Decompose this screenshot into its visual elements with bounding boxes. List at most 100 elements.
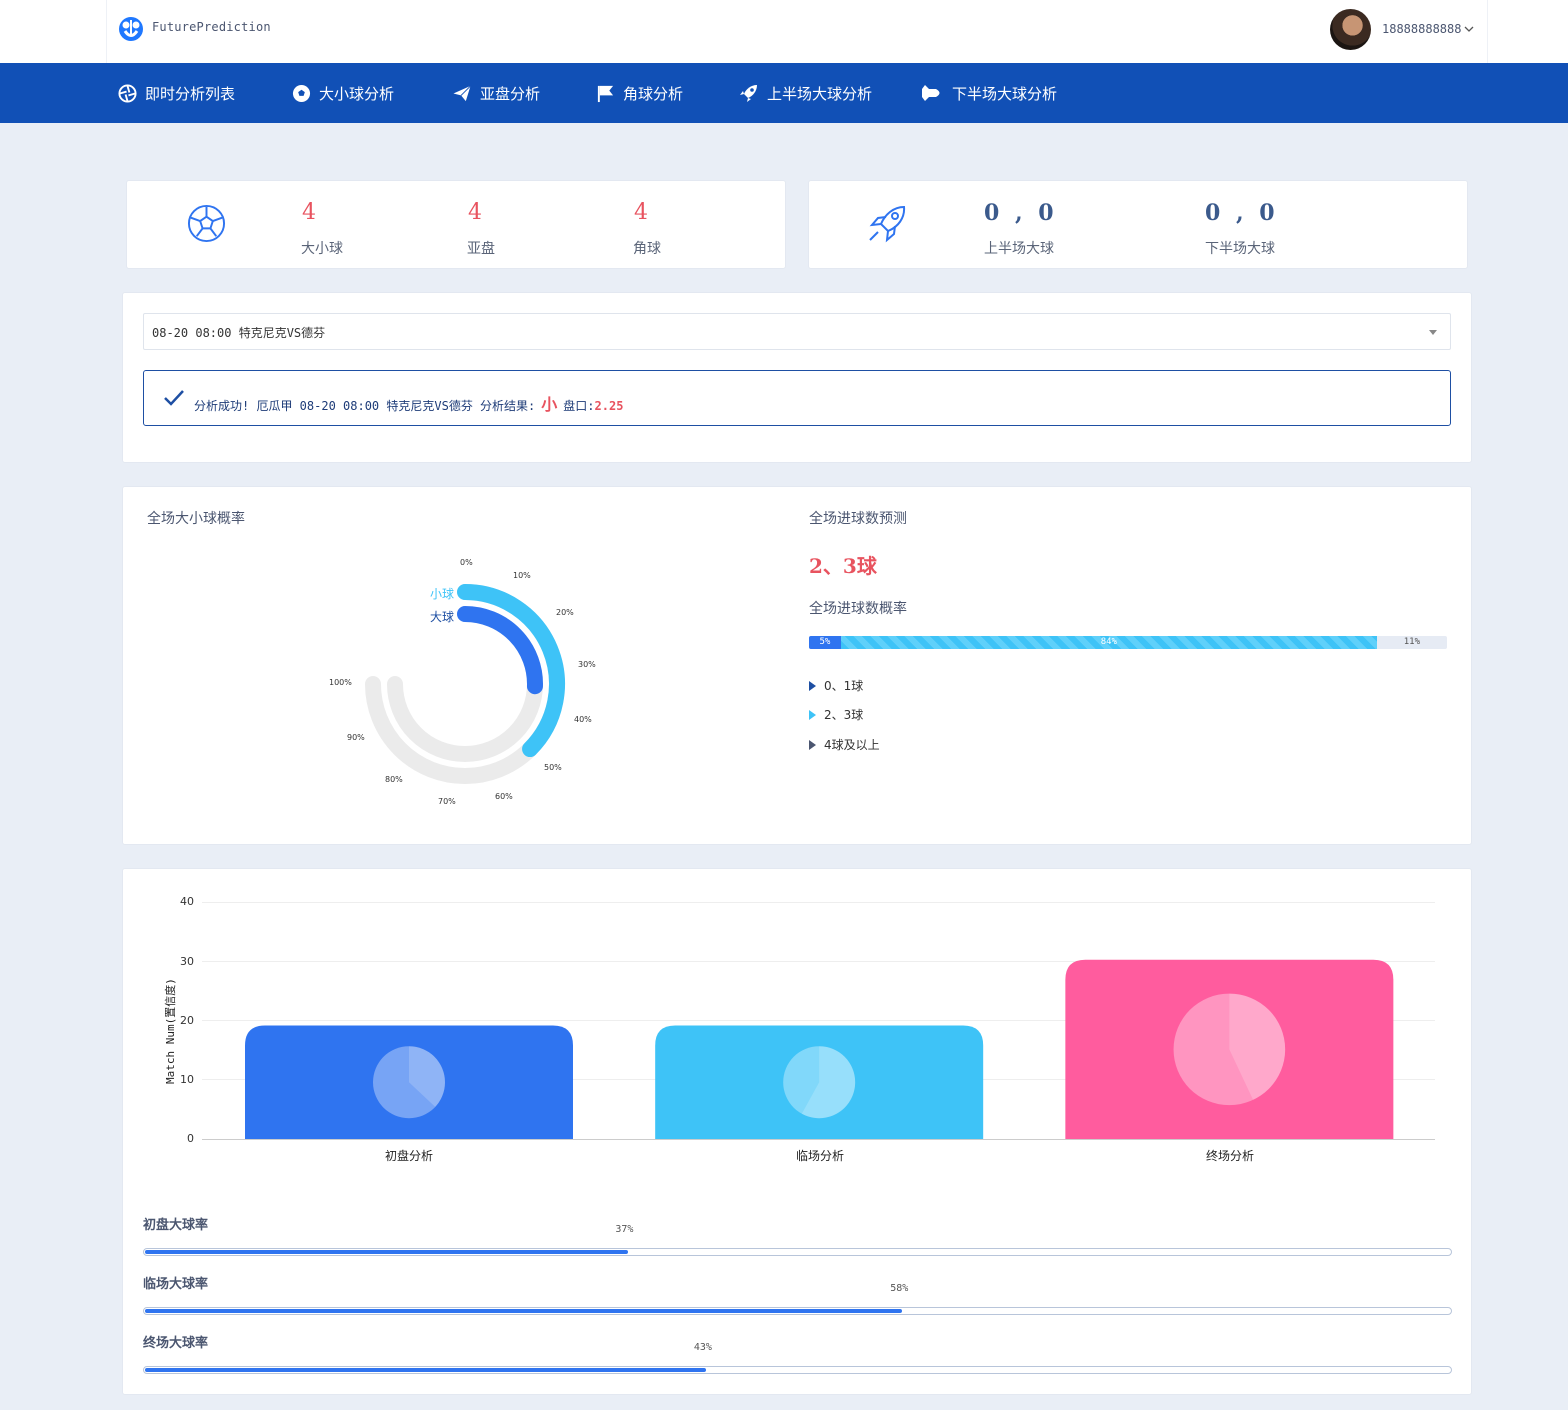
dial-arc-big xyxy=(457,606,543,695)
stat-label: 下半场大球 xyxy=(1205,241,1275,257)
dial-legend-big: 大球 xyxy=(430,610,455,624)
dial-tick: 30% xyxy=(578,660,596,669)
stat-value: 0 , 0 xyxy=(984,200,1058,226)
nav-label: 角球分析 xyxy=(623,84,684,103)
nav-label: 即时分析列表 xyxy=(145,84,236,103)
nav-item-corners[interactable]: 角球分析 xyxy=(596,63,683,123)
dial-tick: 70% xyxy=(438,797,456,806)
rocket-icon xyxy=(740,85,757,102)
flag-icon xyxy=(597,85,614,102)
rate-progress-fill xyxy=(145,1250,628,1254)
y-tick-label: 40 xyxy=(180,895,194,908)
goals-rate-title: 全场进球数概率 xyxy=(809,601,907,617)
triangle-icon xyxy=(809,709,816,720)
goals-legend-item: 0、1球 xyxy=(809,677,863,694)
nav-item-live-list[interactable]: 即时分析列表 xyxy=(118,63,235,123)
triangle-icon xyxy=(809,680,816,691)
paper-plane-icon xyxy=(453,85,471,101)
goals-prediction: 2、3球 xyxy=(809,554,877,578)
rate-percent: 37% xyxy=(615,1224,634,1235)
dropdown-arrow-icon[interactable] xyxy=(1429,330,1437,335)
rate-title: 终场大球率 xyxy=(143,1336,209,1351)
dial-tick: 60% xyxy=(495,792,513,801)
probability-card xyxy=(122,486,1472,845)
bar-chart xyxy=(245,959,1394,1139)
stat-value: 4 xyxy=(302,200,316,225)
alert-result: 小 xyxy=(541,395,558,414)
header-container xyxy=(106,0,1488,63)
avatar[interactable] xyxy=(1330,9,1371,50)
goals-legend-label: 0、1球 xyxy=(824,679,864,693)
rate-title: 临场大球率 xyxy=(143,1277,209,1292)
goals-legend-item: 4球及以上 xyxy=(809,736,880,753)
goals-segment-4-plus: 11% xyxy=(1403,637,1421,647)
rate-progress-bar xyxy=(143,1366,1452,1374)
goals-legend-label: 2、3球 xyxy=(824,708,864,722)
stat-label: 大小球 xyxy=(301,241,343,257)
nav-label: 下半场大球分析 xyxy=(952,84,1058,103)
nav-item-first-half[interactable]: 上半场大球分析 xyxy=(739,63,872,123)
logo-icon[interactable] xyxy=(118,16,144,42)
goals-legend-item: 2、3球 xyxy=(809,706,863,723)
match-select[interactable]: 08-20 08:00 特克尼克VS德芬 xyxy=(143,313,1451,350)
x-category-label: 初盘分析 xyxy=(384,1149,433,1163)
y-tick-label: 30 xyxy=(180,955,194,968)
rate-progress-bar xyxy=(143,1307,1452,1315)
y-tick-label: 20 xyxy=(180,1014,194,1027)
rate-progress-bar xyxy=(143,1248,1452,1256)
goals-segment-0-1: 5% xyxy=(809,636,841,649)
stat-label: 角球 xyxy=(633,241,661,257)
x-category-label: 临场分析 xyxy=(795,1149,844,1163)
alert-odds-label: 盘口: xyxy=(563,399,595,413)
nav-item-second-half[interactable]: 下半场大球分析 xyxy=(920,63,1057,123)
main-nav: 即时分析列表 大小球分析 亚盘分析 角球分析 上半场大球分析 下半场大球分析 xyxy=(0,63,1568,123)
dial-tick: 50% xyxy=(544,763,562,772)
brand-name[interactable]: FuturePrediction xyxy=(152,20,271,34)
stat-label: 亚盘 xyxy=(467,241,495,257)
rate-percent: 43% xyxy=(693,1342,712,1353)
nav-label: 大小球分析 xyxy=(319,84,395,103)
dial-tick: 20% xyxy=(556,608,574,617)
soccer-ball-icon xyxy=(292,84,311,102)
nav-item-over-under[interactable]: 大小球分析 xyxy=(292,63,394,123)
analysis-success-alert: 分析成功! 厄瓜甲 08-20 08:00 特克尼克VS德芬 分析结果: 小盘口:… xyxy=(143,370,1451,426)
dial-tick: 100% xyxy=(329,678,352,687)
stat-label: 上半场大球 xyxy=(984,241,1054,257)
dial-legend-small: 小球 xyxy=(430,587,455,601)
soccer-ball-icon xyxy=(187,204,226,243)
rocket-icon xyxy=(869,205,906,243)
goals-probability-bar: 5% 84% 11% xyxy=(809,636,1447,649)
triangle-icon xyxy=(809,739,816,750)
aperture-icon xyxy=(118,83,137,103)
goals-segment-2-3: 84% xyxy=(840,636,1377,649)
goals-legend-label: 4球及以上 xyxy=(824,738,880,752)
stat-value: 0 , 0 xyxy=(1205,200,1279,226)
stat-value: 4 xyxy=(468,200,482,225)
nav-label: 上半场大球分析 xyxy=(767,84,873,103)
alert-message: 分析成功! 厄瓜甲 08-20 08:00 特克尼克VS德芬 分析结果: 小盘口:… xyxy=(194,391,623,415)
dial-tick: 0% xyxy=(460,558,473,567)
rate-progress-fill xyxy=(145,1309,902,1313)
nav-item-asian-handicap[interactable]: 亚盘分析 xyxy=(452,63,540,123)
rate-progress-fill xyxy=(145,1368,707,1372)
nav-label: 亚盘分析 xyxy=(480,84,541,103)
checkmark-icon xyxy=(164,390,184,406)
match-select-value: 08-20 08:00 特克尼克VS德芬 xyxy=(152,326,326,340)
stat-value: 4 xyxy=(634,200,648,225)
chevron-down-icon[interactable] xyxy=(1464,24,1474,34)
alert-prefix: 分析成功! 厄瓜甲 08-20 08:00 特克尼克VS德芬 分析结果: xyxy=(194,399,536,413)
x-category-label: 终场分析 xyxy=(1205,1149,1254,1163)
goals-title: 全场进球数预测 xyxy=(809,511,907,527)
y-tick-label: 10 xyxy=(180,1073,194,1086)
dial-tick: 80% xyxy=(385,775,403,784)
dial-tick: 10% xyxy=(513,571,531,580)
dial-tick: 90% xyxy=(347,733,365,742)
y-tick-label: 0 xyxy=(187,1132,194,1145)
dial-tick: 40% xyxy=(574,715,592,724)
dial-title: 全场大小球概率 xyxy=(147,511,245,527)
shuttle-icon xyxy=(922,85,940,101)
rate-title: 初盘大球率 xyxy=(143,1218,209,1233)
alert-odds-value: 2.25 xyxy=(594,399,624,413)
rate-percent: 58% xyxy=(890,1283,909,1294)
username[interactable]: 18888888888 xyxy=(1382,22,1461,36)
